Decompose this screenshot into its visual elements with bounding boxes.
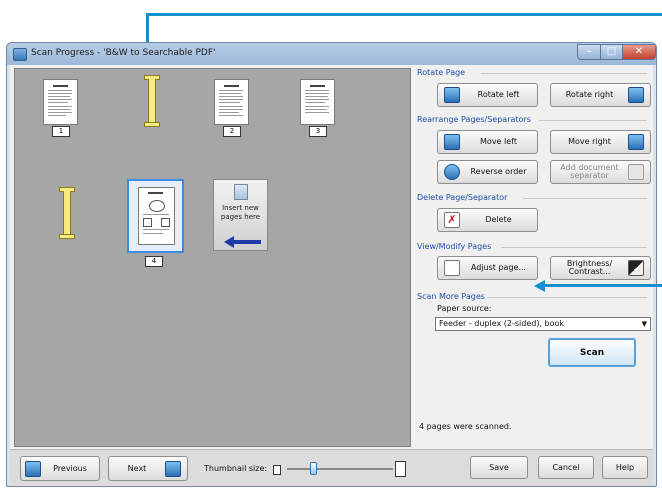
rotate-right-button[interactable]: Rotate right [550,83,651,107]
paper-source-label: Paper source: [437,304,492,313]
help-button[interactable]: Help [602,456,648,479]
scan-button[interactable]: Scan [548,338,636,367]
arrow-shaft [233,240,261,244]
section-title-delete: Delete Page/Separator [417,193,508,202]
next-icon [165,461,181,477]
chevron-down-icon: ▼ [641,320,647,328]
rotate-right-icon [628,87,644,103]
add-document-separator-button[interactable]: Add document separator [550,160,651,184]
thumbnail-size-label: Thumbnail size: [204,464,268,473]
slider-track [287,468,393,470]
cancel-button[interactable]: Cancel [538,456,594,479]
move-right-button[interactable]: Move right [550,130,651,154]
insert-new-pages-label: Insert new pages here [220,204,261,221]
page-stack-icon [234,184,248,200]
reverse-order-icon [444,164,460,180]
separator-icon [628,164,644,180]
brightness-contrast-button[interactable]: Brightness/ Contrast... [550,256,651,280]
title-bar[interactable]: Scan Progress - 'B&W to Searchable PDF' … [7,43,656,65]
thumbnail-size-slider[interactable] [273,459,406,479]
move-left-button[interactable]: Move left [437,130,538,154]
rotate-left-button[interactable]: Rotate left [437,83,538,107]
rotate-left-icon [444,87,460,103]
section-title-view-modify: View/Modify Pages [417,242,492,251]
window-title: Scan Progress - 'B&W to Searchable PDF' [31,48,216,58]
section-divider [523,198,647,199]
page-number-label: 2 [223,126,241,137]
minimize-button[interactable]: – [577,44,601,60]
previous-icon [25,461,41,477]
status-message: 4 pages were scanned. [419,422,512,431]
adjust-page-icon [444,260,460,276]
document-separator[interactable] [144,75,160,127]
page-number-label: 3 [309,126,327,137]
section-title-scan-more: Scan More Pages [417,292,485,301]
selected-page-frame[interactable] [127,179,184,253]
next-button[interactable]: Next [108,456,188,481]
scan-progress-window: Scan Progress - 'B&W to Searchable PDF' … [6,42,657,487]
page-thumbnail[interactable] [43,79,78,125]
window-content: 1 2 3 4 Insert new pages here Rotate Pag… [10,65,653,486]
slider-thumb[interactable] [310,462,317,475]
close-button[interactable]: ✕ [622,44,656,60]
adjust-page-button[interactable]: Adjust page... [437,256,538,280]
delete-icon: ✗ [444,212,460,228]
page-tools-pane: Rotate Page Rotate left Rotate right Rea… [417,68,651,445]
bottom-toolbar: Previous Next Thumbnail size: Save Cance… [10,449,653,486]
section-title-rearrange: Rearrange Pages/Separators [417,115,531,124]
move-right-icon [628,134,644,150]
save-button[interactable]: Save [470,456,528,479]
section-divider [501,247,647,248]
insert-new-pages-placeholder[interactable]: Insert new pages here [213,179,268,251]
page-thumbnail-pane[interactable]: 1 2 3 4 Insert new pages here [14,68,411,447]
page-thumbnail[interactable] [300,79,335,125]
document-separator[interactable] [59,187,75,239]
maximize-button[interactable]: □ [600,44,623,60]
paper-source-value: Feeder - duplex (2-sided), book [439,319,565,328]
delete-button[interactable]: ✗ Delete [437,208,538,232]
callout-line-top-horizontal [146,13,662,16]
section-divider [481,73,647,74]
small-page-icon [273,465,281,475]
section-divider [539,120,647,121]
page-thumbnail[interactable] [214,79,249,125]
section-divider [487,297,647,298]
reverse-order-button[interactable]: Reverse order [437,160,538,184]
callout-arrow-left-icon [534,280,545,292]
callout-line-right [544,284,662,287]
page-thumbnail-selected[interactable] [138,187,175,245]
app-icon [13,48,27,61]
large-page-icon [395,461,406,477]
move-left-icon [444,134,460,150]
page-number-label: 1 [52,126,70,137]
page-number-label: 4 [145,256,163,267]
section-title-rotate: Rotate Page [417,68,466,77]
previous-button[interactable]: Previous [20,456,100,481]
brightness-icon [628,260,644,276]
paper-source-select[interactable]: Feeder - duplex (2-sided), book ▼ [435,317,651,331]
